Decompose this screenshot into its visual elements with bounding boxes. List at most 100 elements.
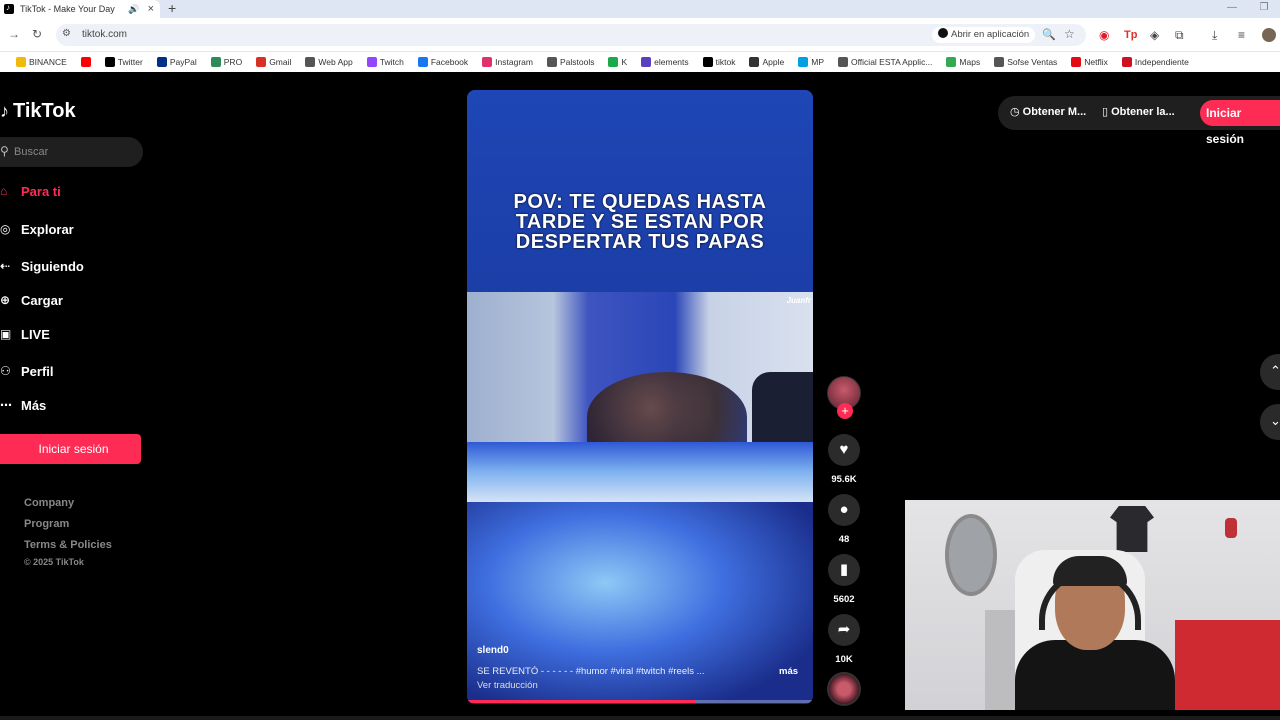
- instagram-icon: [482, 57, 493, 67]
- nav-label: LIVE: [21, 326, 50, 342]
- nav-mas[interactable]: ⋯ Más: [0, 394, 46, 416]
- download-icon[interactable]: ⤓: [1212, 28, 1217, 42]
- red-bed: [1175, 620, 1280, 710]
- bookmark-star-icon[interactable]: ☆: [1064, 27, 1075, 41]
- top-login-button[interactable]: Iniciar sesión: [1200, 100, 1280, 146]
- nav-explorar[interactable]: ◎ Explorar: [0, 218, 74, 240]
- nav-para-ti[interactable]: ⌂ Para ti: [0, 180, 61, 202]
- get-app-button[interactable]: ▯ Obtener la...: [1102, 105, 1175, 118]
- share-arrow-icon: ➦: [837, 621, 851, 638]
- bookmark-item[interactable]: Facebook: [417, 57, 469, 67]
- bookmark-item[interactable]: BINANCE: [16, 57, 67, 67]
- bookmark-item[interactable]: Netflix: [1071, 57, 1108, 67]
- nav-perfil[interactable]: ⚇ Perfil: [0, 360, 54, 382]
- bookmark-item[interactable]: Sofse Ventas: [994, 57, 1057, 67]
- bookmark-item[interactable]: MP: [798, 57, 824, 67]
- bookmark-item[interactable]: Independiente: [1121, 57, 1189, 67]
- bookmark-icon: ▮: [839, 561, 849, 578]
- bookmark-item[interactable]: [80, 57, 91, 67]
- bookmark-item[interactable]: Apple: [749, 57, 784, 67]
- nav-siguiendo[interactable]: ⇠ Siguiendo: [0, 255, 84, 277]
- video-player[interactable]: POV: TE QUEDAS HASTA TARDE Y SE ESTAN PO…: [467, 90, 813, 704]
- restore-icon[interactable]: ❐: [1248, 0, 1280, 18]
- extension-icon[interactable]: ◈: [1150, 28, 1159, 42]
- bookmark-item[interactable]: Maps: [946, 57, 980, 67]
- share-button[interactable]: ➦: [828, 614, 860, 646]
- comment-button[interactable]: ●: [828, 494, 860, 526]
- bookmark-item[interactable]: Web App: [305, 57, 353, 67]
- wall-mirror: [945, 514, 997, 596]
- chevron-up-icon: ⌃: [1270, 363, 1280, 378]
- opera-extension-icon[interactable]: ◉: [1099, 28, 1109, 42]
- forward-icon[interactable]: →: [8, 27, 20, 41]
- close-tab-icon[interactable]: ×: [148, 3, 154, 15]
- bookmark-item[interactable]: tiktok: [702, 57, 735, 67]
- extensions-puzzle-icon[interactable]: ⧉: [1175, 28, 1184, 42]
- sidebar-login-button[interactable]: Iniciar sesión: [0, 434, 141, 464]
- minimize-icon[interactable]: —: [1216, 0, 1248, 18]
- following-icon: ⇠: [0, 259, 11, 273]
- more-description-link[interactable]: más: [779, 666, 798, 677]
- apple-icon: [749, 57, 760, 67]
- paypal-icon: [156, 57, 167, 67]
- search-box[interactable]: ⚲: [0, 137, 143, 167]
- independiente-icon: [1121, 57, 1132, 67]
- translate-link[interactable]: Ver traducción: [477, 680, 538, 691]
- bookmark-label: Netflix: [1084, 57, 1108, 67]
- nav-live[interactable]: ▣ LIVE: [0, 323, 50, 345]
- follow-plus-icon[interactable]: +: [837, 403, 853, 419]
- hanging-item: [1225, 518, 1237, 538]
- bookmark-label: Official ESTA Applic...: [850, 57, 933, 67]
- browser-toolbar: → ↻ ⚙ tiktok.com Abrir en aplicación 🔍 ☆…: [0, 18, 1280, 52]
- get-coins-button[interactable]: ◷ Obtener M...: [1010, 105, 1086, 118]
- site-info-icon[interactable]: ⚙: [62, 28, 71, 39]
- bookmark-item[interactable]: Instagram: [482, 57, 533, 67]
- maps-icon: [946, 57, 957, 67]
- bookmark-item[interactable]: PRO: [210, 57, 242, 67]
- url-text[interactable]: tiktok.com: [82, 29, 127, 40]
- extension-icon[interactable]: Tp: [1124, 28, 1137, 42]
- open-in-app-button[interactable]: Abrir en aplicación: [932, 27, 1036, 43]
- like-button[interactable]: ♥: [828, 434, 860, 466]
- media-control-icon[interactable]: ≡: [1238, 28, 1245, 42]
- pro-icon: [210, 57, 221, 67]
- bookmark-label: Maps: [959, 57, 981, 67]
- bookmark-item[interactable]: Twitter: [104, 57, 143, 67]
- address-bar[interactable]: ⚙ tiktok.com Abrir en aplicación 🔍 ☆: [56, 24, 1086, 46]
- bookmark-label: Palstools: [559, 57, 595, 67]
- nav-label: Cargar: [21, 292, 63, 308]
- save-button[interactable]: ▮: [828, 554, 860, 586]
- bookmark-item[interactable]: K: [608, 57, 627, 67]
- bookmark-item[interactable]: Gmail: [256, 57, 291, 67]
- footer-terms-link[interactable]: Terms & Policies: [24, 539, 112, 551]
- globe-icon: [305, 57, 316, 67]
- footer-program-link[interactable]: Program: [24, 518, 69, 530]
- profile-avatar-icon[interactable]: [1262, 28, 1276, 42]
- bookmark-label: Facebook: [430, 57, 469, 67]
- nav-label: Siguiendo: [21, 258, 84, 274]
- music-disc-icon[interactable]: [827, 672, 861, 706]
- previous-video-button[interactable]: ⌃: [1260, 354, 1280, 390]
- speaker-icon[interactable]: 🔊: [128, 4, 139, 15]
- bookmark-item[interactable]: elements: [641, 57, 689, 67]
- bookmark-item[interactable]: PayPal: [156, 57, 197, 67]
- next-video-button[interactable]: ⌄: [1260, 404, 1280, 440]
- tiktok-logo[interactable]: ♪ TikTok: [0, 100, 76, 123]
- search-input[interactable]: [14, 143, 134, 161]
- video-caption: POV: TE QUEDAS HASTA TARDE Y SE ESTAN PO…: [513, 191, 767, 253]
- reload-icon[interactable]: ↻: [32, 27, 42, 41]
- footer-company-link[interactable]: Company: [24, 497, 74, 509]
- bookmark-item[interactable]: Twitch: [366, 57, 404, 67]
- browser-tab[interactable]: TikTok - Make Your Day 🔊 ×: [0, 0, 160, 18]
- video-progress-bar[interactable]: [467, 700, 813, 703]
- new-tab-button[interactable]: +: [168, 0, 176, 18]
- bookmark-item[interactable]: Official ESTA Applic...: [837, 57, 933, 67]
- bookmark-item[interactable]: Palstools: [546, 57, 595, 67]
- esta-icon: [837, 57, 848, 67]
- nav-cargar[interactable]: ⊕ Cargar: [0, 289, 63, 311]
- facebook-icon: [417, 57, 428, 67]
- zoom-icon[interactable]: 🔍: [1042, 28, 1056, 41]
- open-in-app-label: Abrir en aplicación: [951, 29, 1030, 40]
- live-icon: ▣: [0, 327, 12, 341]
- video-author[interactable]: slend0: [477, 645, 509, 656]
